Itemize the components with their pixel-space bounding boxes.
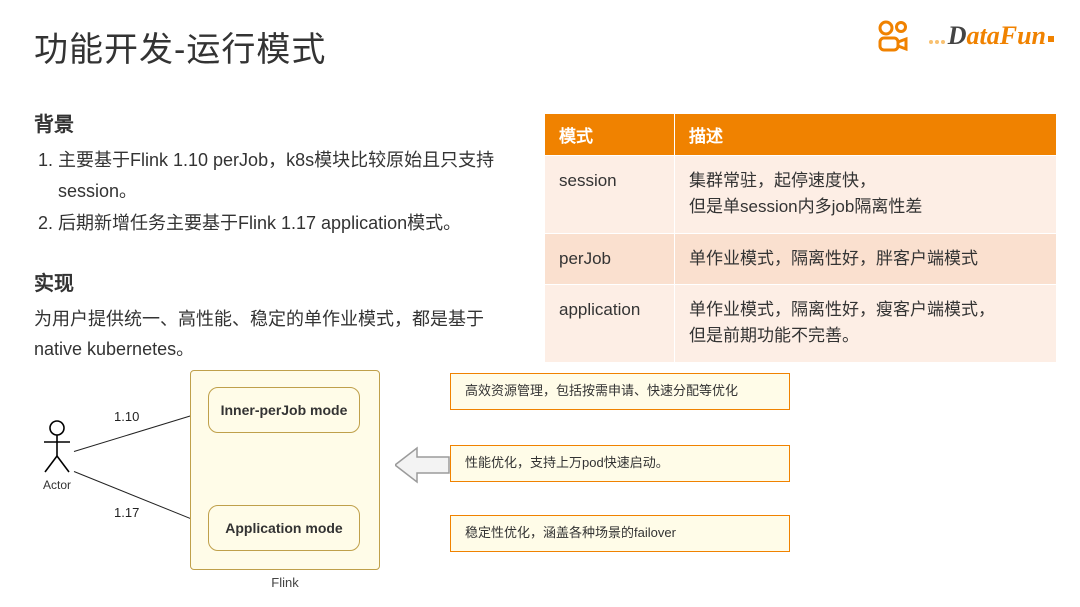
table-row: application 单作业模式，隔离性好，瘦客户端模式，但是前期功能不完善。 bbox=[545, 285, 1057, 363]
table-cell: session bbox=[545, 156, 675, 234]
diagram: Actor 1.10 1.17 Flink Inner-perJob mode … bbox=[10, 365, 1070, 600]
impl-heading: 实现 bbox=[34, 267, 514, 296]
datafun-logo: DataFun bbox=[928, 23, 1054, 49]
datafun-period-icon bbox=[1048, 36, 1054, 42]
background-list: 主要基于Flink 1.10 perJob，k8s模块比较原始且只支持sessi… bbox=[34, 145, 514, 239]
table-cell: 单作业模式，隔离性好，瘦客户端模式，但是前期功能不完善。 bbox=[675, 285, 1057, 363]
mode-table: 模式 描述 session 集群常驻，起停速度快，但是单session内多job… bbox=[544, 113, 1057, 363]
kuaishou-logo-icon bbox=[872, 18, 914, 54]
table-cell: 集群常驻，起停速度快，但是单session内多job隔离性差 bbox=[675, 156, 1057, 234]
page-title: 功能开发-运行模式 bbox=[34, 22, 326, 71]
note-box: 性能优化，支持上万pod快速启动。 bbox=[450, 445, 790, 482]
logo-bar: DataFun bbox=[872, 18, 1054, 54]
background-heading: 背景 bbox=[34, 108, 514, 137]
table-header: 模式 bbox=[545, 114, 675, 156]
datafun-dots-icon bbox=[928, 23, 946, 49]
table-cell: application bbox=[545, 285, 675, 363]
edge-label: 1.10 bbox=[114, 409, 139, 424]
background-item: 主要基于Flink 1.10 perJob，k8s模块比较原始且只支持sessi… bbox=[58, 145, 514, 206]
mode-application: Application mode bbox=[208, 505, 360, 551]
mode-inner-perjob: Inner-perJob mode bbox=[208, 387, 360, 433]
table-row: perJob 单作业模式，隔离性好，胖客户端模式 bbox=[545, 233, 1057, 284]
big-arrow-icon bbox=[395, 440, 451, 495]
flink-group-label: Flink bbox=[190, 575, 380, 590]
edge-label: 1.17 bbox=[114, 505, 139, 520]
background-item: 后期新增任务主要基于Flink 1.17 application模式。 bbox=[58, 208, 514, 239]
table-header: 描述 bbox=[675, 114, 1057, 156]
table-row: session 集群常驻，起停速度快，但是单session内多job隔离性差 bbox=[545, 156, 1057, 234]
note-box: 稳定性优化，涵盖各种场景的failover bbox=[450, 515, 790, 552]
left-column: 背景 主要基于Flink 1.10 perJob，k8s模块比较原始且只支持se… bbox=[34, 108, 514, 365]
impl-paragraph: 为用户提供统一、高性能、稳定的单作业模式，都是基于native kubernet… bbox=[34, 304, 514, 365]
table-cell: perJob bbox=[545, 233, 675, 284]
actor-icon: Actor bbox=[32, 420, 82, 492]
actor-label: Actor bbox=[32, 478, 82, 492]
note-box: 高效资源管理，包括按需申请、快速分配等优化 bbox=[450, 373, 790, 410]
table-cell: 单作业模式，隔离性好，胖客户端模式 bbox=[675, 233, 1057, 284]
